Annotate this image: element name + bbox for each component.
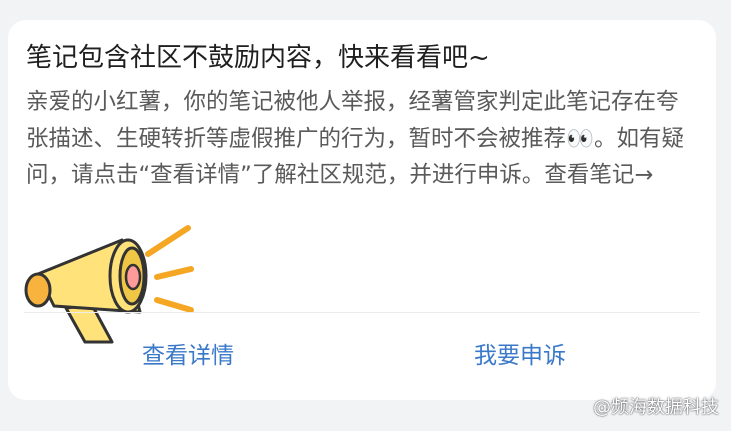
megaphone-icon [24,225,194,344]
top-status-fragment [330,0,400,4]
view-note-link[interactable]: 查看笔记→ [544,162,653,188]
notification-body: 亲爱的小红薯，你的笔记被他人举报，经薯管家判定此笔记存在夸张描述、生硬转折等虚假… [26,84,691,194]
watermark: @频海数据科技 [593,397,719,418]
card-divider [24,312,700,313]
notification-card: 笔记包含社区不鼓励内容，快来看看吧~ 亲爱的小红薯，你的笔记被他人举报，经薯管家… [8,20,716,400]
view-details-button[interactable]: 查看详情 [142,336,234,376]
appeal-button[interactable]: 我要申诉 [474,336,566,376]
notification-title: 笔记包含社区不鼓励内容，快来看看吧~ [26,43,490,73]
